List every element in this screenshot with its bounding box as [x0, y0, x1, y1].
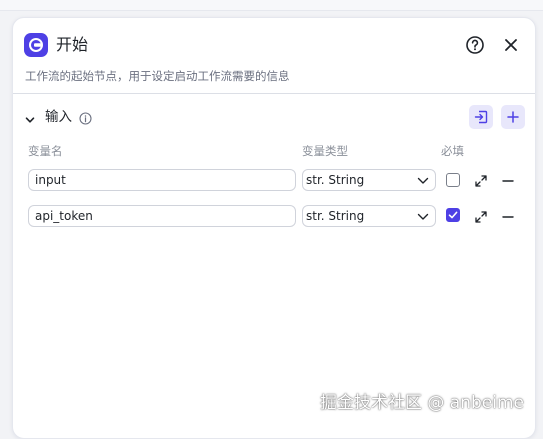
- variable-type-value: str. String: [306, 209, 365, 223]
- expand-icon[interactable]: [474, 173, 488, 187]
- variable-type-select[interactable]: str. String: [302, 205, 436, 227]
- variable-type-value: str. String: [306, 173, 365, 187]
- variable-type-select[interactable]: str. String: [302, 169, 436, 191]
- node-title: 开始: [56, 35, 89, 54]
- chevron-down-icon[interactable]: [24, 111, 36, 123]
- close-icon[interactable]: [501, 35, 521, 55]
- column-header-name: 变量名: [28, 144, 63, 158]
- variable-name-input[interactable]: [28, 205, 296, 227]
- column-header-required: 必填: [441, 144, 464, 158]
- top-strip: [0, 0, 543, 11]
- start-node-icon: [24, 33, 48, 57]
- plus-icon: [507, 111, 519, 123]
- node-description: 工作流的起始节点，用于设定启动工作流需要的信息: [25, 69, 290, 83]
- add-variable-button[interactable]: [501, 105, 525, 129]
- column-header-type: 变量类型: [302, 144, 348, 158]
- required-checkbox[interactable]: [446, 173, 460, 187]
- start-node-panel: 开始 工作流的起始节点，用于设定启动工作流需要的信息 输入 变量名 变量类型 必…: [12, 17, 536, 439]
- help-circle-icon[interactable]: [465, 35, 485, 55]
- chevron-down-icon: [417, 177, 429, 184]
- expand-icon[interactable]: [474, 209, 488, 223]
- check-icon: [448, 211, 458, 219]
- header-divider: [13, 93, 535, 94]
- remove-variable-icon[interactable]: [502, 209, 514, 223]
- info-icon[interactable]: [79, 110, 92, 125]
- required-checkbox[interactable]: [446, 208, 460, 222]
- import-variables-button[interactable]: [469, 105, 493, 129]
- remove-variable-icon[interactable]: [502, 173, 514, 187]
- inputs-section-title: 输入: [45, 109, 72, 125]
- variable-name-input[interactable]: [28, 169, 296, 191]
- import-icon: [474, 110, 488, 124]
- watermark: 掘金技术社区 @ anbeime: [320, 393, 524, 413]
- chevron-down-icon: [417, 213, 429, 220]
